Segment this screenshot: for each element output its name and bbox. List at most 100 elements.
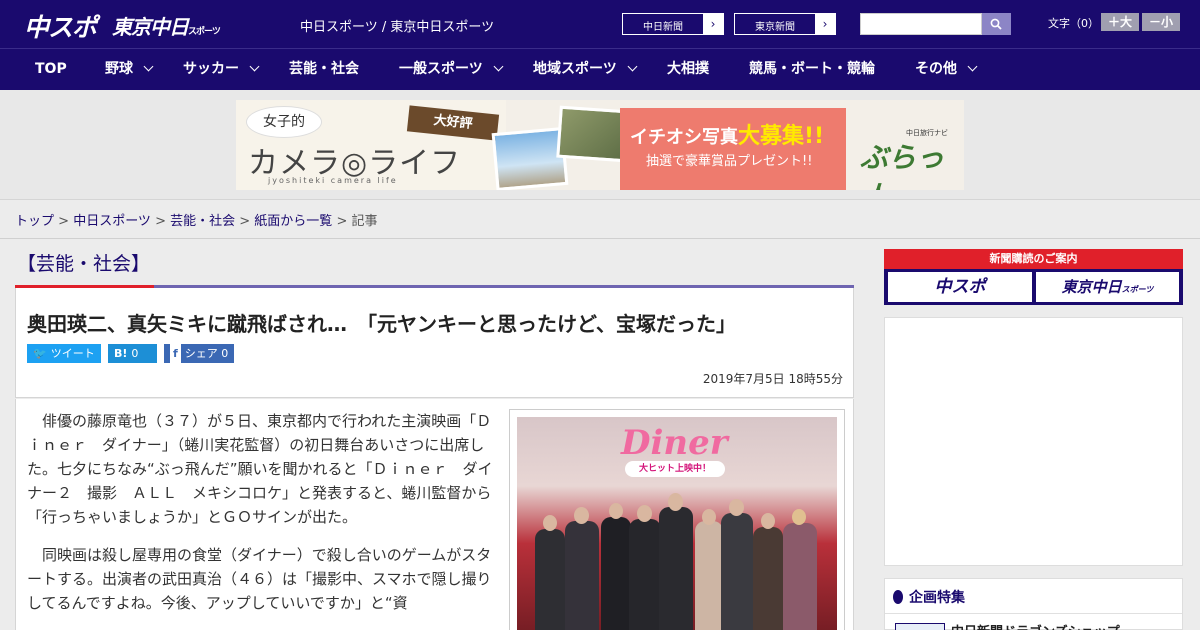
chevron-down-icon (627, 61, 638, 72)
photo-person-head (668, 493, 683, 511)
feature-divider (885, 613, 1182, 614)
site-names: 中日スポーツ / 東京中日スポーツ (300, 20, 495, 35)
banner-left-panel: 女子的 カメラ◎ライフ jyoshiteki camera life 大好評 (236, 100, 506, 190)
photo-person (721, 513, 753, 630)
search-button[interactable] (982, 13, 1011, 35)
photo-person-head (702, 509, 716, 525)
feature-title-label: 企画特集 (909, 590, 965, 606)
nav-label: TOP (35, 61, 67, 77)
hatena-icon: B! (114, 347, 128, 360)
font-smaller-button[interactable]: －小 (1142, 13, 1180, 31)
photo-person (659, 507, 693, 630)
feature-thumbnail[interactable] (895, 623, 945, 630)
breadcrumb-chunichi-sports[interactable]: 中日スポーツ (73, 214, 151, 229)
tokyo-logo-text: 東京中日 (112, 15, 189, 39)
photo-person (565, 521, 599, 630)
breadcrumb-paper-list[interactable]: 紙面から一覧 (254, 214, 332, 229)
breadcrumb-sep: > (332, 214, 352, 229)
chuspo-logo[interactable]: 中スポ (24, 8, 97, 44)
nav-label: 大相撲 (667, 61, 709, 77)
chunichi-shimbun-button[interactable]: 中日新聞 › (622, 13, 724, 35)
photo-person (629, 519, 661, 630)
nav-local-sports[interactable]: 地域スポーツ (533, 49, 638, 90)
nav-soccer[interactable]: サッカー (183, 49, 260, 90)
section-title: 【芸能・社会】 (17, 253, 151, 275)
hatena-count: 0 (131, 347, 139, 360)
photo-person-head (792, 509, 806, 525)
article-header: 奥田瑛二、真矢ミキに蹴飛ばされ… 「元ヤンキーと思ったけど、宝塚だった」 🐦 ツイ… (15, 288, 854, 398)
banner-area: 女子的 カメラ◎ライフ jyoshiteki camera life 大好評 イ… (0, 90, 1200, 200)
banner-subtitle: jyoshiteki camera life (268, 176, 398, 185)
banner-promo-panel: イチオシ写真大募集!! 抽選で豪華賞品プレゼント!! (620, 108, 846, 190)
article-text: 俳優の藤原竜也（３７）が５日、東京都内で行われた主演映画「Ｄｉｎｅｒ ダイナー」… (27, 409, 497, 629)
subscribe-tokyo-label: 東京中日 (1061, 278, 1122, 296)
font-larger-button[interactable]: ＋大 (1101, 13, 1139, 31)
search-input[interactable] (860, 13, 982, 35)
photo-person (783, 523, 817, 630)
top-header: 中スポ 東京中日スポーツ 中日スポーツ / 東京中日スポーツ 中日新聞 › 東京… (0, 0, 1200, 48)
banner-brand: ぶらっ人 (860, 141, 945, 190)
breadcrumb: トップ > 中日スポーツ > 芸能・社会 > 紙面から一覧 > 記事 (15, 210, 378, 229)
twitter-icon: 🐦 (33, 347, 47, 360)
nav-racing[interactable]: 競馬・ボート・競輪 (749, 49, 875, 90)
banner-brand-panel: 中日旅行ナビ ぶらっ人 (846, 100, 964, 190)
chevron-down-icon (493, 61, 504, 72)
article-photo: Diner 大ヒット上映中！ (517, 417, 837, 630)
nav-baseball[interactable]: 野球 (105, 49, 154, 90)
subscription-box: 新聞購読のご案内 中スポ 東京中日スポーツ (884, 249, 1183, 305)
tokyo-shimbun-button[interactable]: 東京新聞 › (734, 13, 836, 35)
facebook-icon: f (170, 344, 181, 363)
nav-sumo[interactable]: 大相撲 (667, 49, 709, 90)
article-headline: 奥田瑛二、真矢ミキに蹴飛ばされ… 「元ヤンキーと思ったけど、宝塚だった」 (27, 312, 736, 336)
chunichi-shimbun-label: 中日新聞 (643, 22, 683, 33)
facebook-share-label: シェア (184, 347, 218, 360)
tweet-button[interactable]: 🐦 ツイート (27, 344, 101, 363)
pin-icon (893, 590, 903, 604)
camera-life-banner[interactable]: 女子的 カメラ◎ライフ jyoshiteki camera life 大好評 イ… (236, 100, 964, 190)
breadcrumb-entertainment[interactable]: 芸能・社会 (170, 214, 235, 229)
breadcrumb-top[interactable]: トップ (15, 214, 54, 229)
nav-entertainment[interactable]: 芸能・社会 (289, 49, 359, 90)
article-photo-frame[interactable]: Diner 大ヒット上映中！ (509, 409, 845, 630)
tokyo-logo-suffix: スポーツ (188, 27, 221, 37)
photo-person (601, 517, 631, 630)
photo-person-head (609, 503, 623, 519)
photo-person-head (729, 499, 744, 516)
tokyo-chunichi-logo[interactable]: 東京中日スポーツ (112, 11, 221, 40)
feature-item-dragons-shop[interactable]: 中日新聞ドラゴンズショップ (951, 621, 1120, 630)
facebook-share-count: 0 (221, 347, 229, 360)
photo-diner-logo: Diner (621, 423, 728, 463)
nav-label: サッカー (183, 61, 239, 77)
tokyo-shimbun-label: 東京新聞 (755, 22, 795, 33)
photo-person (535, 529, 565, 630)
feature-title: 企画特集 (893, 587, 965, 607)
sidebar-ad-slot (884, 317, 1183, 566)
photo-screening-tag: 大ヒット上映中！ (625, 461, 725, 477)
font-size-label: 文字（0） (1048, 17, 1099, 30)
main-nav: TOP 野球 サッカー 芸能・社会 一般スポーツ 地域スポーツ 大相撲 競馬・ボ… (0, 48, 1200, 90)
nav-others[interactable]: その他 (915, 49, 978, 90)
nav-label: 競馬・ボート・競輪 (749, 61, 875, 77)
photo-person-head (574, 507, 589, 524)
subscribe-chuspo-button[interactable]: 中スポ (888, 272, 1032, 302)
nav-label: 一般スポーツ (399, 61, 483, 77)
nav-label: その他 (915, 61, 957, 77)
article-date: 2019年7月5日 18時55分 (702, 372, 843, 386)
breadcrumb-sep: > (150, 214, 171, 229)
facebook-share-button[interactable]: f シェア 0 (164, 344, 234, 363)
nav-label: 野球 (105, 61, 133, 77)
nav-label: 芸能・社会 (289, 61, 359, 77)
subscribe-tokyo-chunichi-button[interactable]: 東京中日スポーツ (1036, 272, 1179, 302)
search-icon (990, 18, 1002, 30)
photo-person (753, 527, 783, 630)
nav-top[interactable]: TOP (35, 49, 67, 90)
hatena-bookmark-button[interactable]: B! 0 (108, 344, 157, 363)
feature-box: 企画特集 中日新聞ドラゴンズショップ (884, 578, 1183, 630)
banner-photo-animal (556, 105, 630, 163)
article-body: 俳優の藤原竜也（３７）が５日、東京都内で行われた主演映画「Ｄｉｎｅｒ ダイナー」… (15, 399, 854, 630)
photo-person-head (637, 505, 652, 522)
banner-joshi: 女子的 (246, 106, 322, 138)
nav-general-sports[interactable]: 一般スポーツ (399, 49, 504, 90)
article-paragraph: 俳優の藤原竜也（３７）が５日、東京都内で行われた主演映画「Ｄｉｎｅｒ ダイナー」… (27, 412, 493, 526)
chevron-right-icon: › (815, 14, 835, 34)
